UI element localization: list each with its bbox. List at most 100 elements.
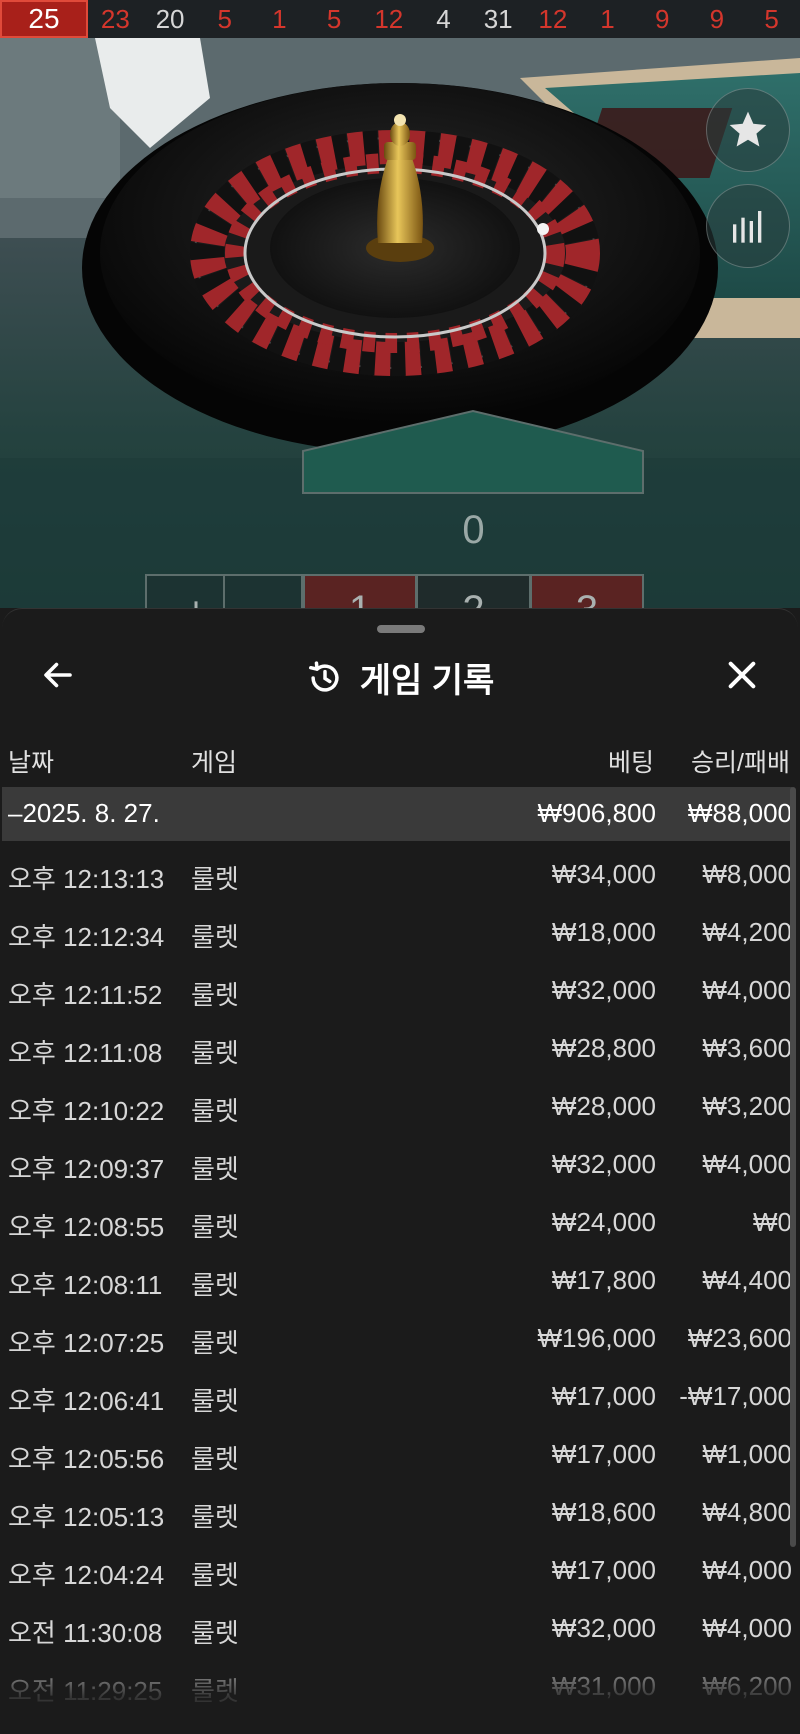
group-bet-total: ₩906,800: [537, 798, 656, 828]
row-time: 오후 12:12:34: [8, 922, 165, 952]
history-row[interactable]: 오후 12:06:41 룰렛 ₩17,000 -₩17,000: [2, 1363, 792, 1421]
result-item: 1: [600, 4, 615, 34]
history-row[interactable]: 오후 12:05:56 룰렛 ₩17,000 ₩1,000: [2, 1421, 792, 1479]
history-row[interactable]: 오후 12:08:55 룰렛 ₩24,000 ₩0: [2, 1189, 792, 1247]
row-time: 오후 12:08:55: [8, 1212, 165, 1242]
date-group-row[interactable]: –2025. 8. 27. ₩906,800 ₩88,000: [2, 787, 792, 841]
history-row[interactable]: 오후 12:09:37 룰렛 ₩32,000 ₩4,000: [2, 1131, 792, 1189]
group-win-total: ₩88,000: [687, 798, 792, 828]
row-bet: ₩18,600: [551, 1497, 656, 1527]
recent-results-bar: 25 23 20 5 1 5 12 4 31 12 1 9 9 5: [0, 0, 800, 38]
row-bet: ₩28,000: [551, 1091, 656, 1121]
result-item: 5: [764, 4, 779, 34]
row-time: 오전 11:30:08: [8, 1618, 163, 1648]
group-date: –2025. 8. 27.: [8, 798, 160, 828]
history-row[interactable]: 오후 12:08:11 룰렛 ₩17,800 ₩4,400: [2, 1247, 792, 1305]
history-row[interactable]: 오후 12:11:08 룰렛 ₩28,800 ₩3,600: [2, 1015, 792, 1073]
row-game: 룰렛: [191, 1038, 239, 1068]
row-time: 오후 12:06:41: [8, 1386, 165, 1416]
column-header-date[interactable]: 날짜: [8, 743, 54, 779]
live-video[interactable]: 0 1 1 2 3: [0, 38, 800, 608]
result-item: 12: [538, 4, 568, 34]
bet-column-partial[interactable]: 1: [145, 574, 225, 608]
row-bet: ₩24,000: [551, 1207, 656, 1237]
row-time: 오후 12:09:37: [8, 1154, 165, 1184]
row-game: 룰렛: [191, 980, 239, 1010]
row-game: 룰렛: [191, 864, 239, 894]
result-item: 9: [654, 4, 670, 34]
sheet-title: 게임 기록: [2, 653, 798, 702]
history-row[interactable]: 오전 11:29:25 룰렛 ₩31,000 ₩6,200: [2, 1653, 792, 1711]
game-history-sheet: 게임 기록 날짜 게임 베팅 승리/패배 –2025. 8. 27. ₩906,…: [2, 608, 798, 1734]
column-header-win-loss[interactable]: 승리/패배: [691, 743, 790, 779]
row-game: 룰렛: [191, 1270, 239, 1300]
row-win-loss: ₩4,400: [702, 1265, 792, 1295]
row-win-loss: -₩17,000: [679, 1381, 792, 1411]
history-icon: [308, 660, 339, 692]
history-row[interactable]: 오후 12:12:34 룰렛 ₩18,000 ₩4,200: [2, 899, 792, 957]
row-time: 오후 12:05:56: [8, 1444, 165, 1474]
history-title: 게임 기록: [359, 662, 495, 700]
row-bet: ₩32,000: [551, 1149, 656, 1179]
row-game: 룰렛: [191, 1212, 239, 1242]
history-row[interactable]: 오후 12:04:24 룰렛 ₩17,000 ₩4,000: [2, 1537, 792, 1595]
row-bet: ₩31,000: [551, 1671, 656, 1701]
history-row[interactable]: 오전 11:30:08 룰렛 ₩32,000 ₩4,000: [2, 1595, 792, 1653]
result-item: 12: [374, 4, 404, 34]
row-win-loss: ₩1,000: [702, 1439, 792, 1469]
result-item: 1: [272, 4, 287, 34]
row-game: 룰렛: [191, 1328, 239, 1358]
row-time: 오후 12:11:52: [8, 980, 163, 1010]
row-win-loss: ₩3,600: [702, 1033, 792, 1063]
result-item: 4: [436, 4, 451, 34]
favorite-button[interactable]: [706, 88, 790, 172]
row-win-loss: ₩4,000: [702, 1555, 792, 1585]
row-bet: ₩17,800: [551, 1265, 656, 1295]
bet-number-1[interactable]: 1: [303, 574, 417, 608]
result-item: 31: [483, 4, 513, 34]
bet-zero[interactable]: 0: [303, 508, 644, 553]
sheet-grabber[interactable]: [377, 625, 425, 633]
row-win-loss: ₩4,000: [702, 975, 792, 1005]
history-row[interactable]: 오후 12:07:25 룰렛 ₩196,000 ₩23,600: [2, 1305, 792, 1363]
row-game: 룰렛: [191, 922, 239, 952]
history-row[interactable]: 오후 12:13:13 룰렛 ₩34,000 ₩8,000: [2, 841, 792, 899]
row-game: 룰렛: [191, 1386, 239, 1416]
statistics-button[interactable]: [706, 184, 790, 268]
row-bet: ₩34,000: [551, 859, 656, 889]
row-win-loss: ₩4,800: [702, 1497, 792, 1527]
result-item: 9: [709, 4, 725, 34]
row-time: 오후 12:11:08: [8, 1038, 163, 1068]
column-header-game[interactable]: 게임: [191, 743, 237, 779]
column-header-bet[interactable]: 베팅: [608, 743, 654, 779]
history-row[interactable]: 오후 12:11:52 룰렛 ₩32,000 ₩4,000: [2, 957, 792, 1015]
bet-cell-empty[interactable]: [223, 574, 303, 608]
result-item: 20: [155, 4, 185, 34]
star-icon: [729, 111, 767, 147]
scrollbar[interactable]: [790, 787, 796, 1547]
bet-number-3[interactable]: 3: [530, 574, 644, 608]
row-bet: ₩17,000: [551, 1439, 656, 1469]
bar-chart-icon: [733, 211, 762, 243]
row-win-loss: ₩6,200: [702, 1671, 792, 1701]
row-game: 룰렛: [191, 1444, 239, 1474]
row-game: 룰렛: [191, 1096, 239, 1126]
row-win-loss: ₩4,200: [702, 917, 792, 947]
history-list: 오후 12:13:13 룰렛 ₩34,000 ₩8,000 오후 12:12:34 룰렛 ₩…: [2, 841, 792, 1711]
bet-number-2[interactable]: 2: [416, 574, 531, 608]
latest-result: 25: [0, 0, 88, 38]
history-row[interactable]: 오후 12:10:22 룰렛 ₩28,000 ₩3,200: [2, 1073, 792, 1131]
row-bet: ₩17,000: [551, 1381, 656, 1411]
row-bet: ₩28,800: [551, 1033, 656, 1063]
close-button[interactable]: [718, 651, 766, 699]
row-bet: ₩196,000: [537, 1323, 656, 1353]
result-item: 5: [217, 4, 232, 34]
close-icon: [728, 661, 756, 689]
history-row[interactable]: 오후 12:05:13 룰렛 ₩18,600 ₩4,800: [2, 1479, 792, 1537]
row-time: 오후 12:10:22: [8, 1096, 165, 1126]
row-game: 룰렛: [191, 1502, 239, 1532]
row-win-loss: ₩0: [753, 1207, 792, 1237]
row-game: 룰렛: [191, 1676, 239, 1706]
row-time: 오후 12:04:24: [8, 1560, 165, 1590]
row-time: 오후 12:08:11: [8, 1270, 163, 1300]
